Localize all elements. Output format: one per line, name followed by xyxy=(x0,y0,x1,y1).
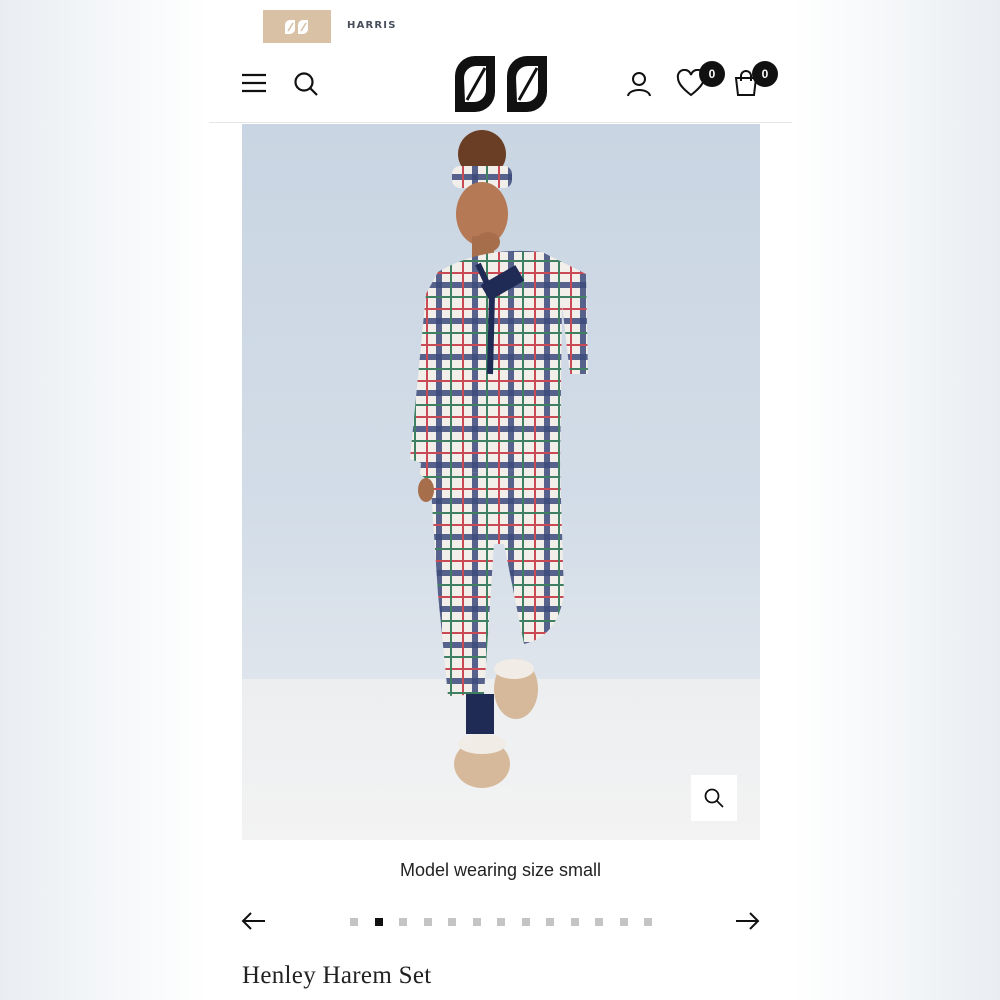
brand-tab[interactable] xyxy=(263,10,331,43)
arrow-left-icon[interactable] xyxy=(239,908,269,934)
site-header: 0 0 xyxy=(209,50,792,123)
cart-count-badge: 0 xyxy=(752,61,778,87)
gallery-dot[interactable] xyxy=(399,918,407,926)
gallery-dot[interactable] xyxy=(374,918,383,926)
gallery-navigation xyxy=(209,902,792,942)
gallery-dot[interactable] xyxy=(423,918,432,926)
gallery-dot[interactable] xyxy=(521,918,530,926)
gallery-dots xyxy=(350,918,652,928)
gallery-dot[interactable] xyxy=(619,918,628,926)
brand-strip: HARRIS xyxy=(209,0,792,50)
image-caption: Model wearing size small xyxy=(399,860,602,880)
brand-tab-logo-icon xyxy=(285,19,308,34)
gallery-dot[interactable] xyxy=(546,918,554,926)
user-icon[interactable] xyxy=(623,68,655,100)
search-icon[interactable] xyxy=(291,69,321,99)
gallery-dot[interactable] xyxy=(350,918,358,926)
mobile-page: HARRIS 0 0 Model wearing size small Henl… xyxy=(209,0,792,1000)
gallery-dot[interactable] xyxy=(448,918,456,926)
gallery-dot[interactable] xyxy=(644,918,652,926)
leaf-pair-logo[interactable] xyxy=(453,54,549,114)
zoom-icon[interactable] xyxy=(691,775,737,821)
wishlist-count-badge: 0 xyxy=(699,61,725,87)
hamburger-icon[interactable] xyxy=(239,70,269,96)
arrow-right-icon[interactable] xyxy=(732,908,762,934)
model-figure xyxy=(410,130,588,788)
product-title: Henley Harem Set xyxy=(242,962,432,989)
gallery-dot[interactable] xyxy=(595,918,603,926)
brand-store-name[interactable]: HARRIS xyxy=(347,20,397,31)
product-photo[interactable] xyxy=(242,124,760,840)
gallery-dot[interactable] xyxy=(570,918,579,926)
gallery-dot[interactable] xyxy=(472,918,481,926)
gallery-dot[interactable] xyxy=(497,918,505,926)
